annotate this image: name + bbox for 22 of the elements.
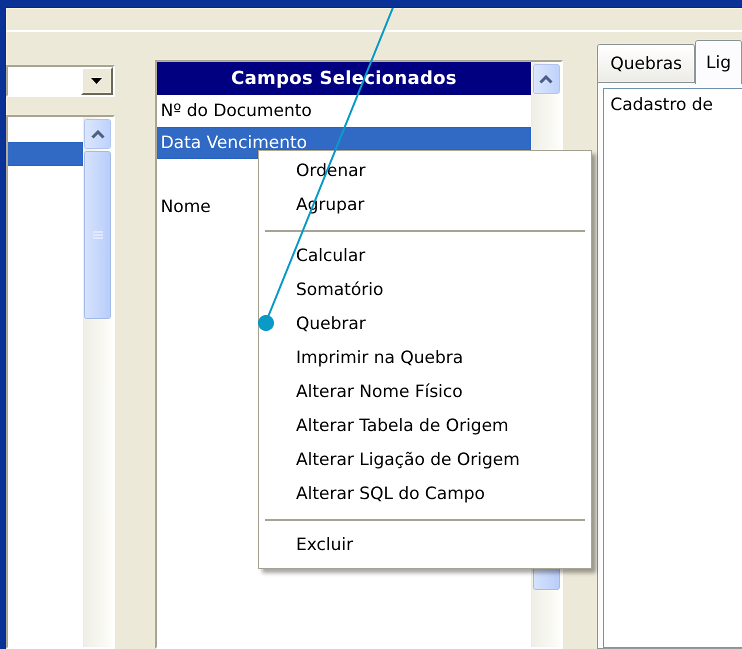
menu-item[interactable]: Alterar SQL do Campo: [259, 477, 591, 511]
menu-item[interactable]: Somatório: [259, 273, 591, 307]
chevron-up-icon: [539, 74, 554, 84]
grip-icon: [92, 230, 103, 240]
chevron-up-icon: [90, 130, 105, 138]
menu-item[interactable]: Calcular: [259, 239, 591, 273]
field-row[interactable]: Nº do Documento: [156, 95, 532, 127]
dropdown-button[interactable]: [80, 67, 113, 95]
scrollbar-thumb[interactable]: [84, 151, 112, 319]
menu-item[interactable]: Imprimir na Quebra: [259, 341, 591, 375]
dropdown-field[interactable]: [6, 65, 115, 97]
menu-item[interactable]: Excluir: [259, 528, 591, 562]
menu-item[interactable]: Alterar Nome Físico: [259, 375, 591, 409]
content-text: Cadastro de: [603, 88, 742, 648]
scroll-up-button[interactable]: [84, 119, 112, 149]
menu-item[interactable]: Alterar Tabela de Origem: [259, 409, 591, 443]
tab[interactable]: Quebras: [597, 44, 695, 82]
caret-icon: [91, 78, 102, 84]
tab[interactable]: Lig: [695, 40, 742, 84]
menu-item[interactable]: Alterar Ligação de Origem: [259, 443, 591, 477]
scroll-up-button[interactable]: [532, 64, 560, 94]
menu-item[interactable]: Quebrar: [259, 307, 591, 341]
